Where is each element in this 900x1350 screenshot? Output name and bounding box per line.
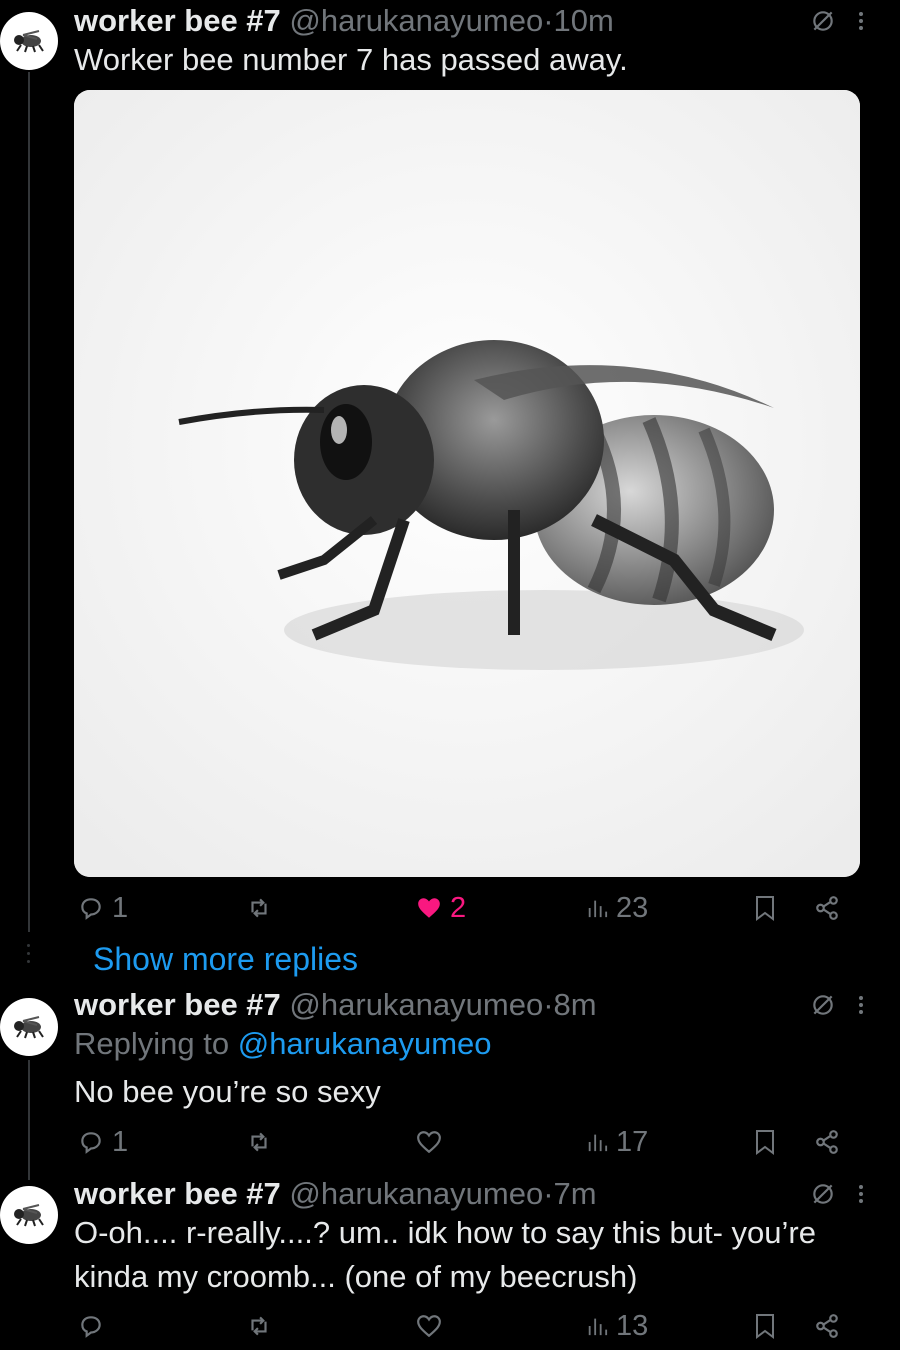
bee-photo: [74, 90, 860, 877]
bookmark-icon: [756, 1314, 774, 1339]
post-text: Worker bee number 7 has passed away.: [74, 42, 628, 77]
share-button[interactable]: [814, 888, 840, 928]
bookmark-button[interactable]: [754, 1122, 776, 1162]
bookmark-icon: [756, 1130, 774, 1155]
timestamp[interactable]: 7m: [554, 1176, 597, 1211]
post-header: worker bee #7 @harukanayumeo·10m: [74, 2, 866, 40]
share-icon: [816, 1314, 838, 1338]
reply-count: 1: [112, 891, 129, 924]
user-handle[interactable]: @harukanayumeo: [289, 987, 543, 1022]
post: worker bee #7 @harukanayumeo·7m O-oh....…: [74, 1175, 866, 1300]
user-handle[interactable]: @harukanayumeo: [289, 3, 543, 38]
bookmark-button[interactable]: [754, 1306, 776, 1346]
share-button[interactable]: [814, 1306, 840, 1346]
user-handle[interactable]: @harukanayumeo: [289, 1176, 543, 1211]
post: worker bee #7 @harukanayumeo·8m Replying…: [74, 986, 866, 1116]
display-name[interactable]: worker bee #7: [74, 1176, 281, 1211]
hide-icon[interactable]: [810, 992, 836, 1018]
views-button[interactable]: 13: [586, 1306, 648, 1346]
reply-button[interactable]: 1: [78, 1122, 128, 1162]
post-header: worker bee #7 @harukanayumeo·8m: [74, 986, 866, 1024]
separator-dot: ·: [543, 987, 554, 1022]
avatar[interactable]: [0, 1186, 58, 1244]
timestamp[interactable]: 10m: [554, 3, 614, 38]
views-button[interactable]: 23: [586, 888, 648, 928]
reply-icon: [81, 898, 101, 920]
bee-avatar-icon: [14, 1016, 44, 1039]
post-header: worker bee #7 @harukanayumeo·7m: [74, 1175, 866, 1213]
separator-dot: ·: [543, 3, 554, 38]
repost-icon: [251, 898, 267, 918]
reply-button[interactable]: [78, 1306, 104, 1346]
post-image-bee[interactable]: [74, 90, 860, 877]
share-button[interactable]: [814, 1122, 840, 1162]
more-icon[interactable]: [856, 992, 866, 1018]
post-top-icons: [810, 1181, 866, 1207]
like-button[interactable]: [416, 1122, 442, 1162]
repost-button[interactable]: [246, 888, 280, 928]
like-count: 2: [450, 891, 467, 924]
reply-icon: [81, 1316, 101, 1338]
thread-gap-dots: [26, 944, 30, 968]
repost-icon: [251, 1316, 267, 1336]
views-icon: [588, 900, 608, 918]
replying-to-mention[interactable]: @harukanayumeo: [238, 1026, 492, 1061]
avatar[interactable]: [0, 12, 58, 70]
repost-icon: [251, 1132, 267, 1152]
post-text: No bee you’re so sexy: [74, 1074, 381, 1109]
post: worker bee #7 @harukanayumeo·10m Worker …: [74, 2, 866, 82]
views-count: 17: [616, 1125, 649, 1158]
replying-to: Replying to @harukanayumeo: [74, 1024, 866, 1064]
bookmark-icon: [756, 896, 774, 921]
like-button[interactable]: 2: [416, 888, 466, 928]
views-button[interactable]: 17: [586, 1122, 648, 1162]
repost-button[interactable]: [246, 1122, 272, 1162]
hide-icon[interactable]: [810, 1181, 836, 1207]
like-icon: [417, 1315, 441, 1338]
thread-line: [28, 1060, 30, 1180]
bee-avatar-icon: [14, 1204, 44, 1227]
thread-line: [28, 72, 30, 932]
more-icon[interactable]: [856, 1181, 866, 1207]
views-count: 23: [616, 891, 649, 924]
hide-icon[interactable]: [810, 8, 836, 34]
like-button[interactable]: [416, 1306, 442, 1346]
like-icon: [418, 898, 440, 918]
repost-button[interactable]: [246, 1306, 272, 1346]
post-actions: 1 17: [74, 1122, 854, 1162]
reply-button[interactable]: 1: [78, 888, 128, 928]
views-count: 13: [616, 1309, 649, 1342]
separator-dot: ·: [543, 1176, 554, 1211]
display-name[interactable]: worker bee #7: [74, 3, 281, 38]
replying-to-label: Replying to: [74, 1026, 238, 1061]
views-icon: [588, 1134, 608, 1152]
timestamp[interactable]: 8m: [554, 987, 597, 1022]
reply-icon: [81, 1132, 101, 1154]
show-more-replies-link[interactable]: Show more replies: [93, 941, 358, 978]
post-actions: 13: [74, 1306, 854, 1346]
display-name[interactable]: worker bee #7: [74, 987, 281, 1022]
post-text-line-1: O-oh.... r-really....? um.. idk how to s…: [74, 1215, 816, 1250]
post-text-line-2: kinda my croomb... (one of my beecrush): [74, 1259, 638, 1294]
bee-avatar-icon: [14, 30, 44, 53]
share-icon: [816, 1130, 838, 1154]
like-icon: [417, 1131, 441, 1154]
more-icon[interactable]: [856, 8, 866, 34]
avatar[interactable]: [0, 998, 58, 1056]
post-actions: 1 2 23: [74, 888, 854, 928]
reply-count: 1: [112, 1125, 129, 1158]
views-icon: [588, 1318, 608, 1336]
post-top-icons: [810, 992, 866, 1018]
post-top-icons: [810, 8, 866, 34]
bookmark-button[interactable]: [754, 888, 776, 928]
share-icon: [816, 896, 838, 920]
